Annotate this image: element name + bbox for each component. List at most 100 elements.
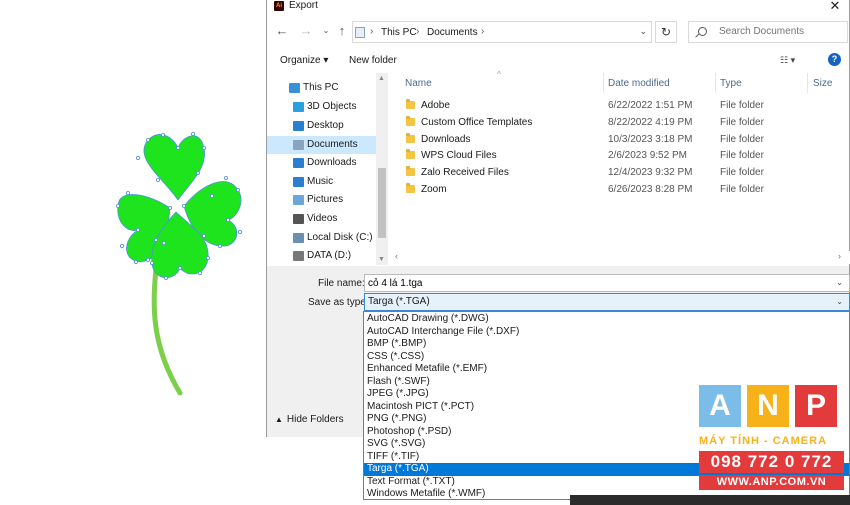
search-icon: [698, 27, 707, 36]
screen: Ai Export ✕ ← → ⌄ ↑ › This PC › Document…: [0, 0, 850, 505]
videos-icon: [293, 214, 304, 224]
folder-icon: [406, 132, 415, 143]
breadcrumb-this-pc[interactable]: This PC: [381, 27, 417, 38]
logo-letter: N: [747, 385, 789, 427]
nav-item[interactable]: This PC: [267, 79, 376, 97]
file-date: 6/26/2023 8:28 PM: [608, 184, 693, 195]
save-type-select[interactable]: Targa (*.TGA): [364, 293, 850, 311]
column-header-size[interactable]: Size: [813, 78, 832, 89]
file-row[interactable]: WPS Cloud Files 2/6/2023 9:52 PM File fold…: [403, 147, 823, 164]
column-header-name[interactable]: Name: [405, 78, 432, 89]
file-row[interactable]: Downloads 10/3/2023 3:18 PM File folder: [403, 131, 823, 148]
file-name: Downloads: [421, 133, 471, 145]
chevron-down-icon[interactable]: ⌄: [836, 278, 843, 287]
view-options-icon[interactable]: ☷ ▾: [780, 55, 795, 66]
up-arrow-icon[interactable]: ↑: [333, 22, 351, 40]
hide-folders-button[interactable]: ▲ Hide Folders: [275, 414, 344, 425]
file-type-option[interactable]: AutoCAD Drawing (*.DWG): [364, 313, 849, 326]
file-row[interactable]: Adobe 6/22/2022 1:51 PM File folder: [403, 97, 823, 114]
music-icon: [293, 177, 304, 187]
clover-artwork[interactable]: [108, 128, 248, 398]
help-icon[interactable]: ?: [828, 53, 841, 66]
file-type-option[interactable]: BMP (*.BMP): [364, 338, 849, 351]
file-type: File folder: [720, 150, 764, 162]
sort-ascending-icon: ^: [497, 70, 501, 79]
file-date: 10/3/2023 3:18 PM: [608, 133, 693, 145]
nav-item-label: Music: [307, 176, 334, 187]
chevron-right-icon[interactable]: ›: [370, 26, 373, 37]
file-name: Adobe: [421, 100, 450, 111]
save-type-label: Save as type:: [308, 297, 369, 308]
nav-item-label: DATA (D:): [307, 250, 352, 261]
pictures-icon: [293, 195, 304, 205]
file-list: ^ Name Date modified Type Size Adobe 6/22…: [389, 70, 850, 265]
file-type: File folder: [720, 133, 764, 145]
scroll-right-icon[interactable]: ›: [838, 251, 841, 261]
new-folder-button[interactable]: New folder: [349, 55, 397, 66]
column-divider[interactable]: [715, 73, 716, 93]
column-divider[interactable]: [603, 73, 604, 93]
scroll-down-icon[interactable]: ▼: [378, 256, 385, 263]
file-date: 2/6/2023 9:52 PM: [608, 150, 687, 162]
chevron-right-icon[interactable]: ›: [416, 26, 419, 37]
refresh-button[interactable]: ↻: [655, 21, 677, 43]
nav-item[interactable]: Local Disk (C:): [267, 229, 376, 247]
nav-item[interactable]: Desktop: [267, 117, 376, 135]
breadcrumb-documents[interactable]: Documents: [427, 27, 478, 38]
nav-item-label: Pictures: [307, 194, 344, 205]
nav-item[interactable]: Documents: [267, 136, 376, 154]
file-date: 6/22/2022 1:51 PM: [608, 100, 693, 111]
disk-icon: [293, 233, 304, 243]
file-date: 12/4/2023 9:32 PM: [608, 167, 693, 179]
logo-letter: A: [699, 385, 741, 427]
chevron-up-icon: ▲: [275, 415, 283, 424]
scroll-up-icon[interactable]: ▲: [378, 75, 385, 82]
organize-menu[interactable]: Organize ▾: [280, 55, 328, 66]
nav-item[interactable]: Downloads: [267, 154, 376, 172]
address-bar[interactable]: › This PC › Documents › ⌄: [352, 21, 652, 43]
column-header-date[interactable]: Date modified: [608, 78, 670, 89]
file-type-option[interactable]: Enhanced Metafile (*.EMF): [364, 363, 849, 376]
scroll-left-icon[interactable]: ‹: [395, 251, 398, 261]
title-bar: Ai Export ✕: [267, 0, 849, 15]
file-name-field[interactable]: [364, 274, 850, 292]
nav-item-label: Local Disk (C:): [307, 232, 373, 243]
chevron-right-icon[interactable]: ›: [481, 26, 484, 37]
documents-icon: [293, 140, 304, 150]
folder-icon: [406, 149, 415, 160]
background-window-edge: [570, 495, 850, 505]
file-name: WPS Cloud Files: [421, 150, 497, 162]
back-arrow-icon[interactable]: ←: [273, 22, 291, 40]
search-input[interactable]: [719, 26, 839, 37]
nav-item-label: Documents: [307, 139, 358, 150]
nav-item-label: 3D Objects: [307, 101, 357, 112]
nav-item[interactable]: 3D Objects: [267, 98, 376, 116]
file-type-option[interactable]: AutoCAD Interchange File (*.DXF): [364, 326, 849, 339]
file-type: File folder: [720, 167, 764, 179]
column-header-type[interactable]: Type: [720, 78, 742, 89]
horizontal-scrollbar[interactable]: ‹ ›: [389, 251, 850, 264]
download-icon: [293, 158, 304, 168]
search-box[interactable]: [688, 21, 848, 43]
file-row[interactable]: Custom Office Templates 8/22/2022 4:19 PM…: [403, 114, 823, 131]
chevron-down-icon[interactable]: ⌄: [639, 26, 647, 37]
forward-arrow-icon[interactable]: →: [297, 22, 315, 40]
nav-item[interactable]: DATA (D:): [267, 247, 376, 265]
nav-item[interactable]: Pictures: [267, 191, 376, 209]
file-row[interactable]: Zoom 6/26/2023 8:28 PM File folder: [403, 181, 823, 198]
chevron-down-icon[interactable]: ⌄: [836, 297, 843, 306]
nav-scrollbar[interactable]: ▲ ▼: [376, 73, 388, 265]
cube-icon: [293, 102, 304, 112]
nav-item-label: This PC: [303, 82, 339, 93]
nav-item[interactable]: Videos: [267, 210, 376, 228]
file-row[interactable]: Zalo Received Files 12/4/2023 9:32 PM File…: [403, 164, 823, 181]
nav-item[interactable]: Music: [267, 173, 376, 191]
file-name-label: File name:: [318, 278, 365, 289]
illustrator-app-icon: Ai: [274, 1, 284, 11]
file-name: Custom Office Templates: [421, 116, 533, 128]
logo-letter: P: [795, 385, 837, 427]
column-divider[interactable]: [807, 73, 808, 93]
nav-scroll-thumb[interactable]: [378, 168, 386, 238]
close-button[interactable]: ✕: [821, 0, 849, 14]
file-type-option[interactable]: CSS (*.CSS): [364, 351, 849, 364]
